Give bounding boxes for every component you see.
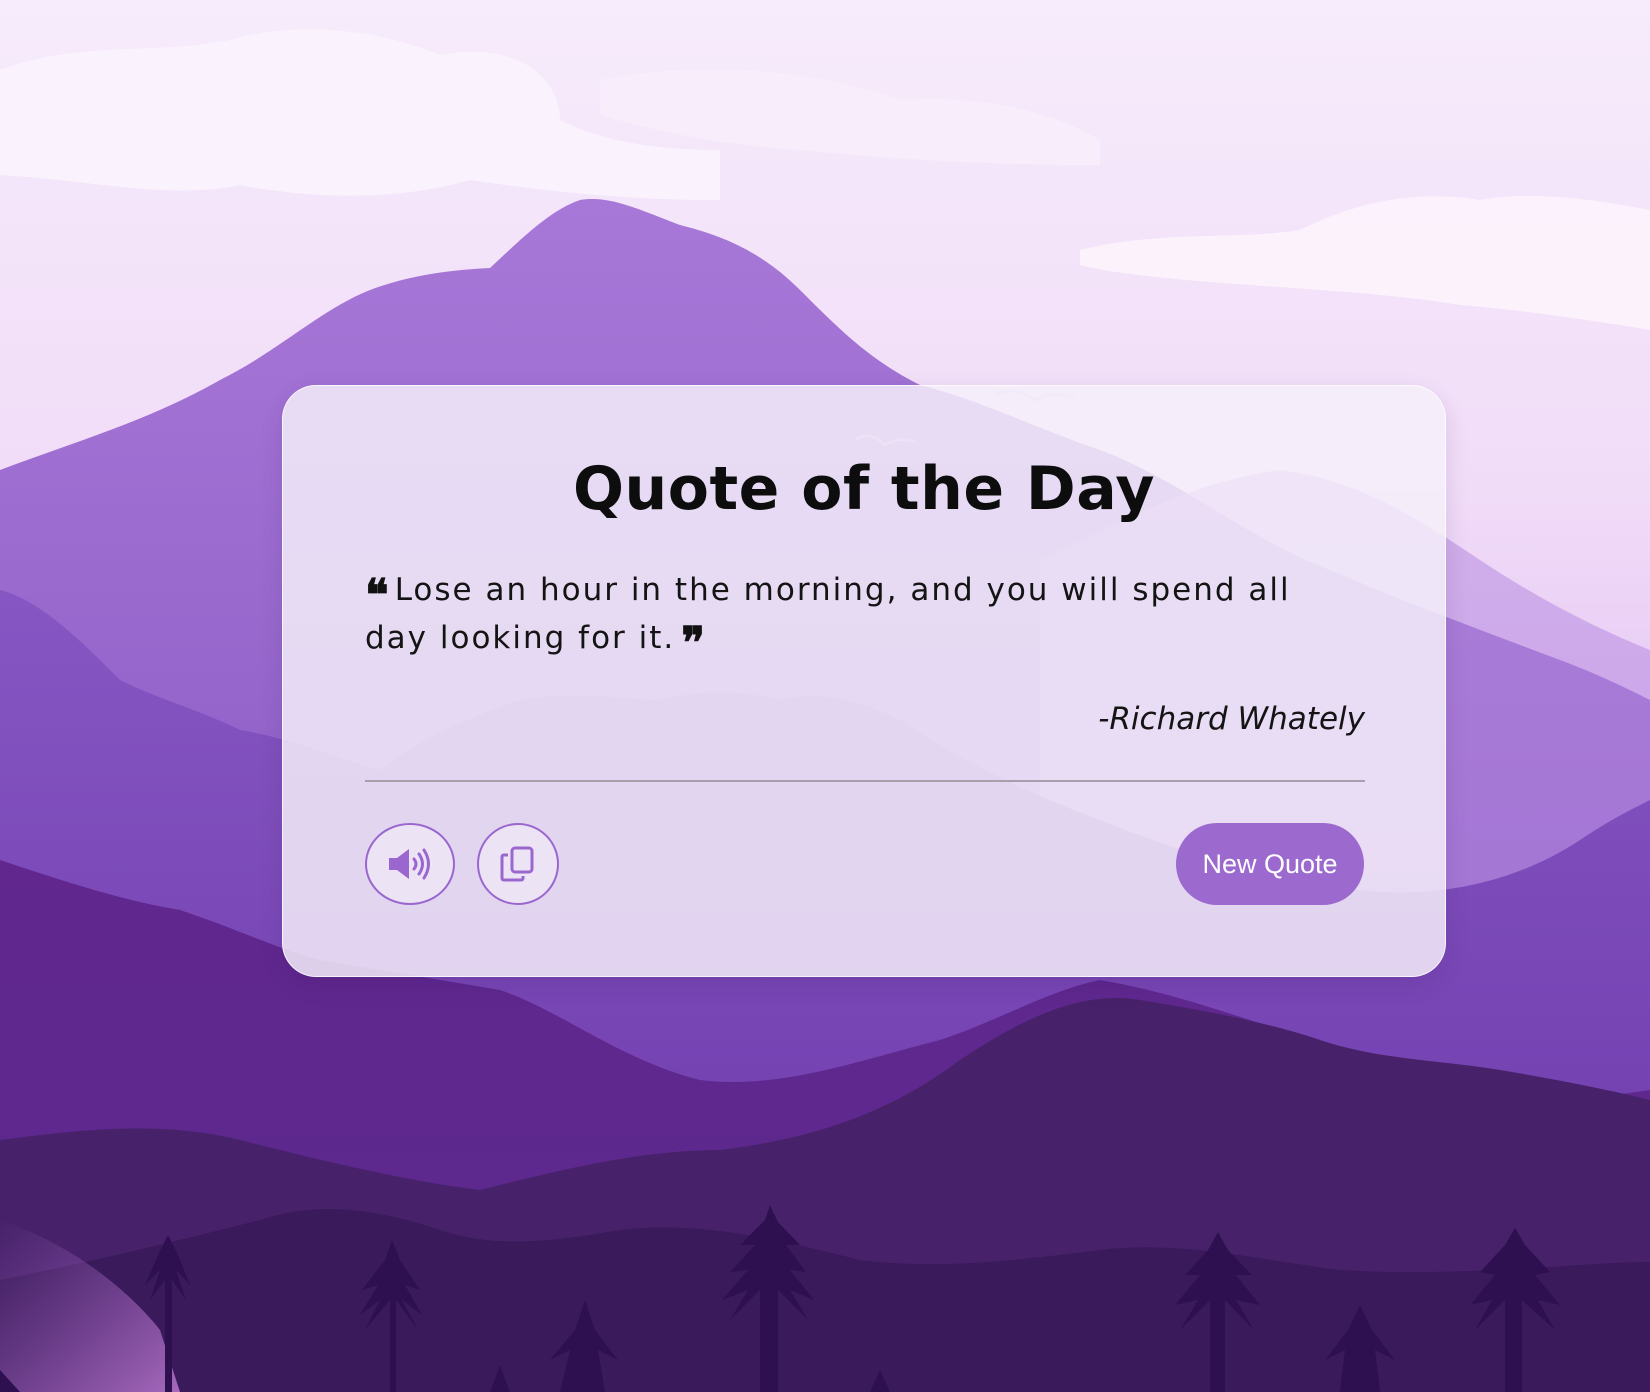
speaker-icon: [389, 848, 430, 880]
card-title: Quote of the Day: [573, 454, 1155, 524]
open-quote-icon: ❝: [365, 570, 389, 621]
quote-card: Quote of the Day ❝ Lose an hour in the mo…: [282, 385, 1446, 977]
divider: [365, 780, 1365, 782]
quote-text: Lose an hour in the morning, and you wil…: [365, 572, 1291, 656]
app-root: Quote of the Day ❝ Lose an hour in the mo…: [0, 0, 1650, 1392]
copy-icon: [500, 846, 534, 882]
quote-text-block: ❝ Lose an hour in the morning, and you wi…: [365, 566, 1365, 669]
speak-button[interactable]: [365, 823, 455, 905]
copy-button[interactable]: [477, 823, 559, 905]
new-quote-button[interactable]: New Quote: [1176, 823, 1364, 905]
close-quote-icon: ❞: [681, 618, 705, 669]
quote-author: -Richard Whately: [1098, 701, 1365, 737]
